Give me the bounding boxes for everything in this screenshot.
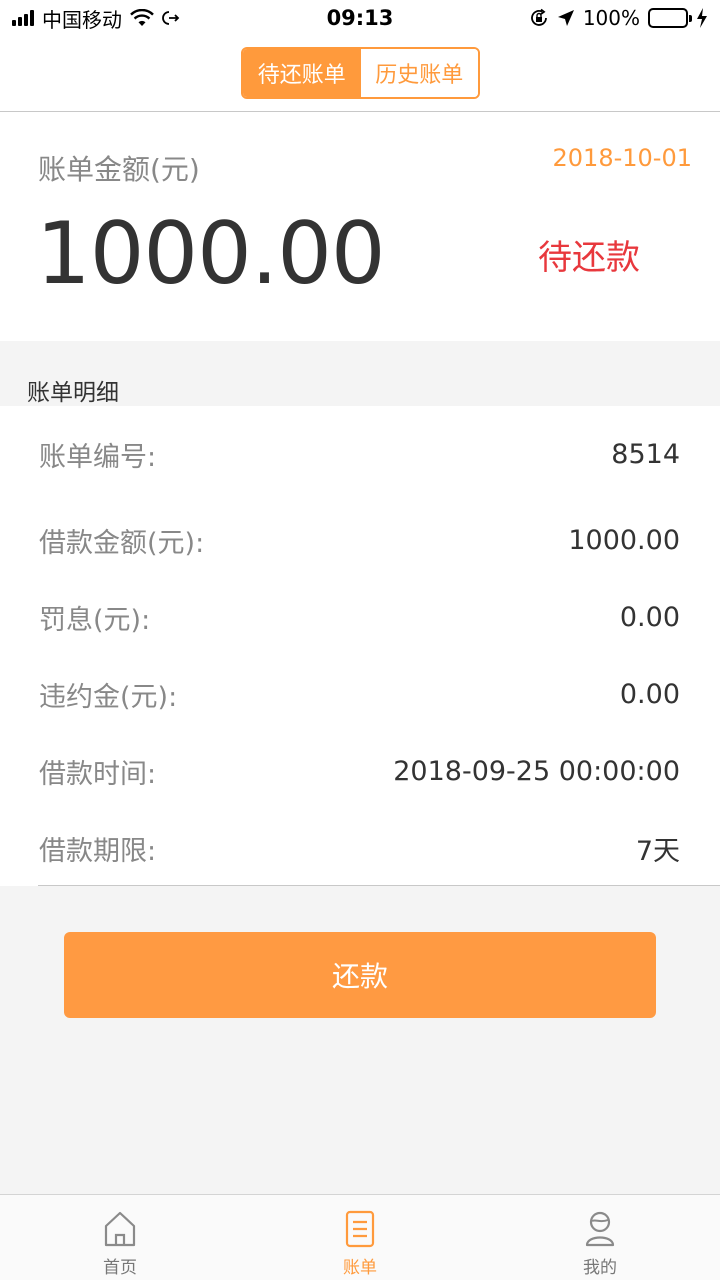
nav-header: 待还账单 历史账单 bbox=[0, 38, 720, 112]
detail-value: 2018-09-25 00:00:00 bbox=[393, 756, 680, 787]
bill-date: 2018-10-01 bbox=[552, 144, 692, 172]
tab-pending-bills[interactable]: 待还账单 bbox=[243, 49, 361, 97]
divider bbox=[38, 885, 720, 886]
detail-key: 借款金额(元): bbox=[39, 528, 205, 559]
detail-row-liquidated-damages: 违约金(元): 0.00 bbox=[0, 656, 720, 733]
rotation-lock-icon bbox=[530, 8, 547, 26]
bill-amount: 1000.00 bbox=[36, 204, 386, 304]
detail-value: 0.00 bbox=[619, 602, 680, 633]
battery-icon bbox=[648, 8, 692, 28]
detail-row-loan-amount: 借款金额(元): 1000.00 bbox=[0, 502, 720, 579]
detail-value: 8514 bbox=[611, 438, 680, 470]
profile-icon bbox=[585, 1211, 615, 1247]
detail-key: 违约金(元): bbox=[39, 682, 178, 713]
detail-value: 7天 bbox=[635, 836, 680, 867]
detail-list: 账单编号: 8514 借款金额(元): 1000.00 罚息(元): 0.00 … bbox=[0, 406, 720, 886]
detail-key: 借款时间: bbox=[39, 759, 157, 790]
detail-row-loan-time: 借款时间: 2018-09-25 00:00:00 bbox=[0, 733, 720, 810]
tab-history-bills[interactable]: 历史账单 bbox=[360, 49, 478, 97]
tab-label: 首页 bbox=[103, 1258, 137, 1278]
tab-profile[interactable]: 我的 bbox=[480, 1195, 720, 1280]
battery-percent: 100% bbox=[582, 6, 640, 30]
bill-amount-label: 账单金额(元) bbox=[38, 153, 200, 186]
detail-heading: 账单明细 bbox=[0, 341, 720, 406]
bill-segmented-control: 待还账单 历史账单 bbox=[241, 47, 480, 99]
app-screen: 中国移动 09:13 100% 待还账单 历史账单 账单金额(元) 2018-1… bbox=[0, 0, 720, 1280]
bill-summary: 账单金额(元) 2018-10-01 1000.00 待还款 bbox=[0, 112, 720, 341]
location-icon bbox=[557, 10, 574, 26]
status-bar: 中国移动 09:13 100% bbox=[0, 0, 720, 38]
tab-label: 我的 bbox=[583, 1258, 617, 1278]
bill-status: 待还款 bbox=[538, 238, 640, 278]
detail-key: 借款期限: bbox=[39, 836, 157, 867]
detail-key: 账单编号: bbox=[39, 441, 157, 473]
bill-icon bbox=[345, 1210, 375, 1248]
detail-value: 1000.00 bbox=[568, 525, 680, 556]
tab-label: 账单 bbox=[343, 1258, 377, 1278]
charging-icon bbox=[697, 8, 707, 28]
tab-bills[interactable]: 账单 bbox=[240, 1195, 480, 1280]
detail-row-loan-term: 借款期限: 7天 bbox=[0, 810, 720, 887]
repay-button[interactable]: 还款 bbox=[64, 932, 656, 1018]
tab-home[interactable]: 首页 bbox=[0, 1195, 240, 1280]
home-icon bbox=[104, 1211, 136, 1247]
detail-row-bill-number: 账单编号: 8514 bbox=[0, 406, 720, 502]
detail-value: 0.00 bbox=[619, 679, 680, 710]
detail-row-penalty-interest: 罚息(元): 0.00 bbox=[0, 579, 720, 656]
tab-bar: 首页 账单 我的 bbox=[0, 1194, 720, 1280]
detail-key: 罚息(元): bbox=[39, 605, 151, 636]
status-right: 100% bbox=[529, 6, 708, 30]
